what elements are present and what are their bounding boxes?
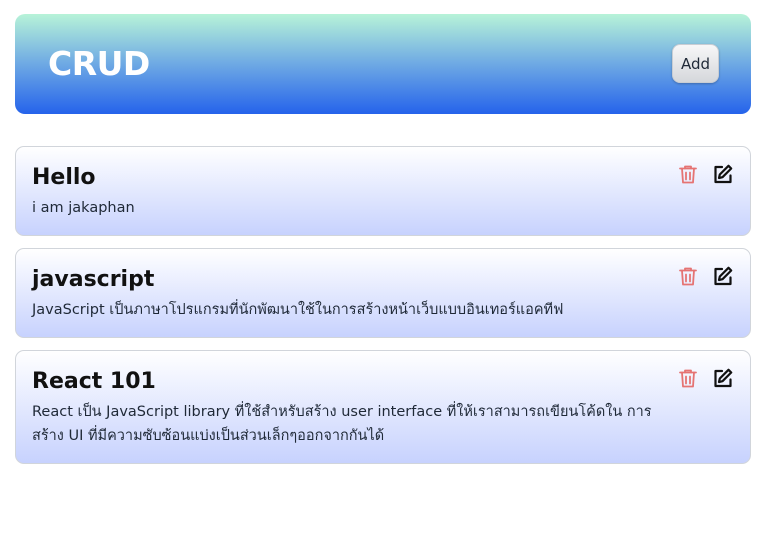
header-banner: CRUD Add (15, 14, 751, 114)
post-description: i am jakaphan (32, 200, 135, 216)
post-card: React 101 React เป็น JavaScript library … (15, 350, 751, 464)
crud-app: CRUD Add Hello i am jakaphan javascript … (0, 0, 768, 547)
add-button[interactable]: Add (672, 44, 719, 83)
trash-icon[interactable] (677, 163, 699, 185)
edit-icon[interactable] (711, 265, 733, 287)
trash-icon[interactable] (677, 367, 699, 389)
edit-icon[interactable] (711, 367, 733, 389)
post-actions (677, 163, 733, 185)
post-title: Hello (32, 165, 96, 190)
post-description: JavaScript เป็นภาษาโปรแกรมที่นักพัฒนาใช้… (32, 302, 564, 318)
page-title: CRUD (48, 44, 150, 83)
post-card: Hello i am jakaphan (15, 146, 751, 236)
post-description: React เป็น JavaScript library ที่ใช้สำหร… (32, 404, 652, 444)
post-actions (677, 265, 733, 287)
post-actions (677, 367, 733, 389)
trash-icon[interactable] (677, 265, 699, 287)
post-title: javascript (32, 267, 155, 292)
post-title: React 101 (32, 369, 156, 394)
post-card: javascript JavaScript เป็นภาษาโปรแกรมที่… (15, 248, 751, 338)
edit-icon[interactable] (711, 163, 733, 185)
